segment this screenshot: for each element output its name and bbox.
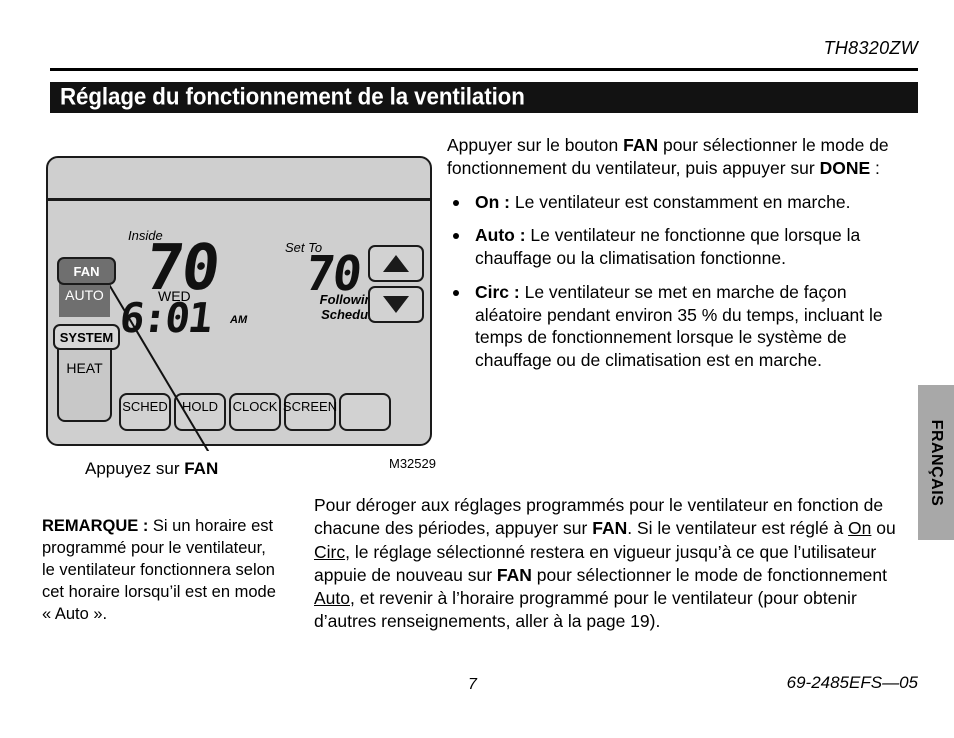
blank-button[interactable]	[339, 393, 391, 431]
temperature-down-button[interactable]	[368, 286, 424, 323]
override-underline-circ: Circ	[314, 541, 346, 562]
down-arrow-icon	[383, 296, 409, 313]
side-tab-label: FRANÇAIS	[928, 419, 945, 506]
hold-button[interactable]: HOLD	[174, 393, 226, 431]
bullet-text: Le ventilateur se met en marche de façon…	[475, 281, 883, 370]
figure-id: M32529	[389, 456, 436, 471]
bullet-text: Le ventilateur est constamment en marche…	[510, 191, 851, 212]
intro-part1: Appuyer sur le bouton	[447, 135, 624, 155]
remark-note: REMARQUE : Si un horaire est programmé p…	[42, 516, 280, 626]
bullet-term: Auto :	[475, 225, 526, 246]
list-item: On : Le ventilateur est constamment en m…	[447, 191, 915, 214]
intro-paragraph: Appuyer sur le bouton FAN pour sélection…	[447, 134, 915, 180]
thermostat-figure: FAN AUTO SYSTEM HEAT Inside 70 Set To 70…	[46, 156, 432, 451]
bullet-text: Le ventilateur ne fonctionne que lorsque…	[475, 225, 861, 268]
clock-meridiem: AM	[230, 314, 248, 326]
figure-caption-bold: FAN	[184, 459, 219, 478]
clock-time: 6:01	[117, 294, 214, 342]
temperature-up-button[interactable]	[368, 245, 424, 282]
intro-bold-done: DONE	[819, 157, 871, 178]
override-seg6: , et revenir à l’horaire programmé pour …	[314, 588, 857, 632]
document-code: 69-2485EFS—05	[786, 673, 918, 692]
thermostat-screen: FAN AUTO SYSTEM HEAT Inside 70 Set To 70…	[48, 201, 430, 444]
screen-button[interactable]: SCREEN	[283, 393, 337, 431]
page-title: Réglage du fonctionnement de la ventilat…	[60, 82, 525, 110]
sched-button[interactable]: SCHED	[119, 393, 171, 431]
list-item: Auto : Le ventilateur ne fonctionne que …	[447, 224, 915, 270]
bullet-term: Circ :	[475, 281, 520, 302]
system-mode-value: HEAT	[57, 338, 112, 422]
system-button[interactable]: SYSTEM	[53, 324, 120, 350]
fan-mode-list: On : Le ventilateur est constamment en m…	[447, 191, 915, 372]
figure-caption: Appuyez sur FAN	[85, 459, 218, 479]
thermostat-device: FAN AUTO SYSTEM HEAT Inside 70 Set To 70…	[46, 156, 432, 446]
page-number: 7	[468, 676, 477, 693]
section-title-bar: Réglage du fonctionnement de la ventilat…	[50, 82, 918, 113]
right-column: Appuyer sur le bouton FAN pour sélection…	[447, 134, 915, 383]
model-code: TH8320ZW	[823, 38, 918, 58]
soft-button-row: SCHED HOLD CLOCK SCREEN	[119, 393, 391, 431]
up-arrow-icon	[383, 255, 409, 272]
bullet-dot-icon	[453, 199, 459, 206]
bullet-dot-icon	[453, 289, 459, 296]
list-item: Circ : Le ventilateur se met en marche d…	[447, 281, 915, 372]
fan-button[interactable]: FAN	[57, 257, 116, 285]
override-seg3: ou	[871, 518, 896, 539]
bullet-term: On :	[475, 191, 510, 212]
override-bold-fan-2: FAN	[496, 564, 532, 585]
remark-label: REMARQUE :	[42, 517, 149, 535]
bullet-dot-icon	[453, 233, 459, 240]
override-bold-fan-1: FAN	[592, 518, 628, 539]
intro-bold-fan: FAN	[623, 135, 659, 155]
clock-button[interactable]: CLOCK	[229, 393, 281, 431]
override-seg2: . Si le ventilateur est réglé à	[627, 518, 849, 539]
header-rule	[50, 68, 918, 71]
figure-caption-prefix: Appuyez sur	[85, 459, 185, 478]
override-underline-auto: Auto	[314, 588, 350, 609]
language-side-tab: FRANÇAIS	[918, 385, 954, 540]
override-paragraph: Pour déroger aux réglages programmés pou…	[314, 494, 916, 634]
intro-part3: :	[870, 157, 880, 178]
override-underline-on: On	[848, 518, 872, 539]
override-seg5: pour sélectionner le mode de fonctionnem…	[531, 564, 888, 585]
